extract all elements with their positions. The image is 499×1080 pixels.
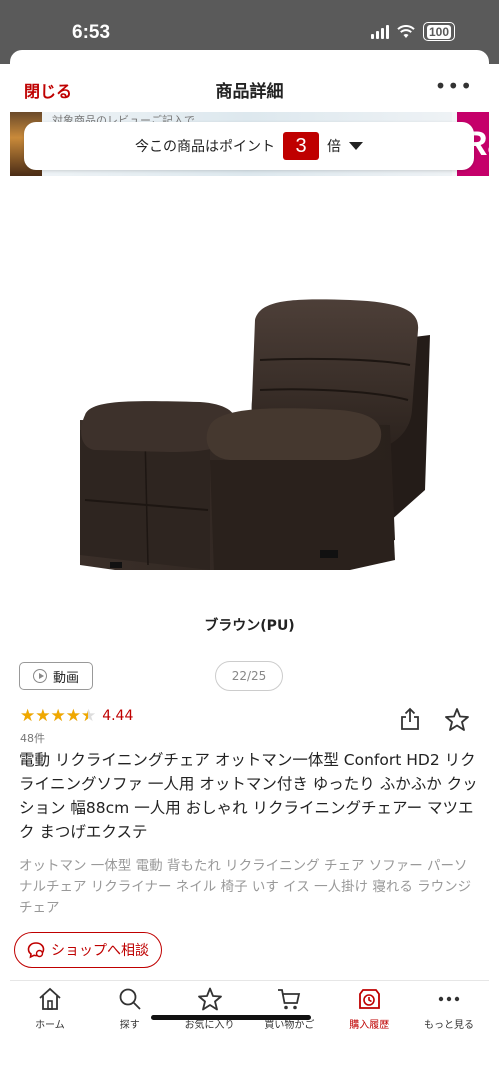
- wifi-icon: [397, 24, 415, 38]
- rating-stars-fill: ★★★★★: [20, 707, 88, 725]
- shop-consult-label: ショップへ相談: [51, 943, 149, 959]
- shop-consult-button[interactable]: ショップへ相談: [14, 932, 162, 968]
- home-icon: [39, 987, 61, 1010]
- rating-stars: ★★★★★★★★★★: [20, 706, 97, 726]
- points-suffix: 倍: [327, 139, 341, 155]
- history-icon: [359, 989, 381, 1009]
- points-multiplier-pill[interactable]: 今この商品はポイント 3 倍: [24, 122, 474, 170]
- status-icons: 100: [370, 22, 455, 41]
- caret-down-icon: [349, 142, 363, 150]
- play-icon: [32, 669, 47, 683]
- tab-home-label: ホーム: [35, 1020, 65, 1031]
- video-button[interactable]: 動画: [19, 662, 93, 690]
- rating-row[interactable]: ★★★★★★★★★★ 4.44: [20, 707, 133, 725]
- tabbar-divider: [10, 980, 489, 981]
- header: 閉じる 商品詳細 •••: [10, 50, 489, 114]
- tab-purchase-history[interactable]: 購入履歴: [329, 986, 409, 1046]
- status-bar: 6:53 100: [0, 0, 499, 44]
- rating-value: 4.44: [102, 708, 134, 724]
- image-pager: 22/25: [215, 661, 283, 691]
- tab-search-label: 探す: [119, 1020, 140, 1031]
- points-multiplier-badge: 3: [283, 132, 319, 160]
- favorite-star-icon[interactable]: [444, 707, 470, 731]
- signal-icon: [370, 24, 389, 39]
- home-indicator: [151, 1015, 311, 1020]
- points-prefix: 今この商品はポイント: [135, 139, 275, 155]
- tab-more-label: もっと見る: [424, 1020, 475, 1031]
- battery-icon: 100: [422, 22, 455, 41]
- product-title: 電動 リクライニングチェア オットマン一体型 Confort HD2 リクライニ…: [19, 751, 478, 841]
- color-option-label: ブラウン(PU): [204, 618, 295, 634]
- product-keywords: オットマン 一体型 電動 背もたれ リクライニング チェア ソファー パーソナル…: [19, 858, 472, 916]
- product-image[interactable]: [50, 230, 450, 570]
- chat-bubble-icon: [27, 942, 45, 959]
- share-icon[interactable]: [399, 707, 421, 731]
- tab-more[interactable]: もっと見る: [409, 986, 489, 1046]
- product-detail-sheet: 閉じる 商品詳細 ••• 対象商品のレビューご記入で Ra 今この商品はポイント…: [10, 50, 489, 1080]
- star-icon: [197, 987, 222, 1011]
- search-icon: [119, 988, 141, 1010]
- more-options-icon[interactable]: •••: [435, 74, 473, 98]
- status-time: 6:53: [72, 22, 111, 43]
- tab-home[interactable]: ホーム: [10, 986, 90, 1046]
- battery-level: 100: [426, 24, 451, 39]
- cart-icon: [278, 989, 301, 1010]
- more-icon: [438, 996, 460, 1002]
- tab-purchase-history-label: 購入履歴: [349, 1020, 390, 1031]
- video-button-label: 動画: [52, 670, 79, 686]
- review-count[interactable]: 48件: [20, 730, 45, 746]
- page-title: 商品詳細: [215, 82, 284, 102]
